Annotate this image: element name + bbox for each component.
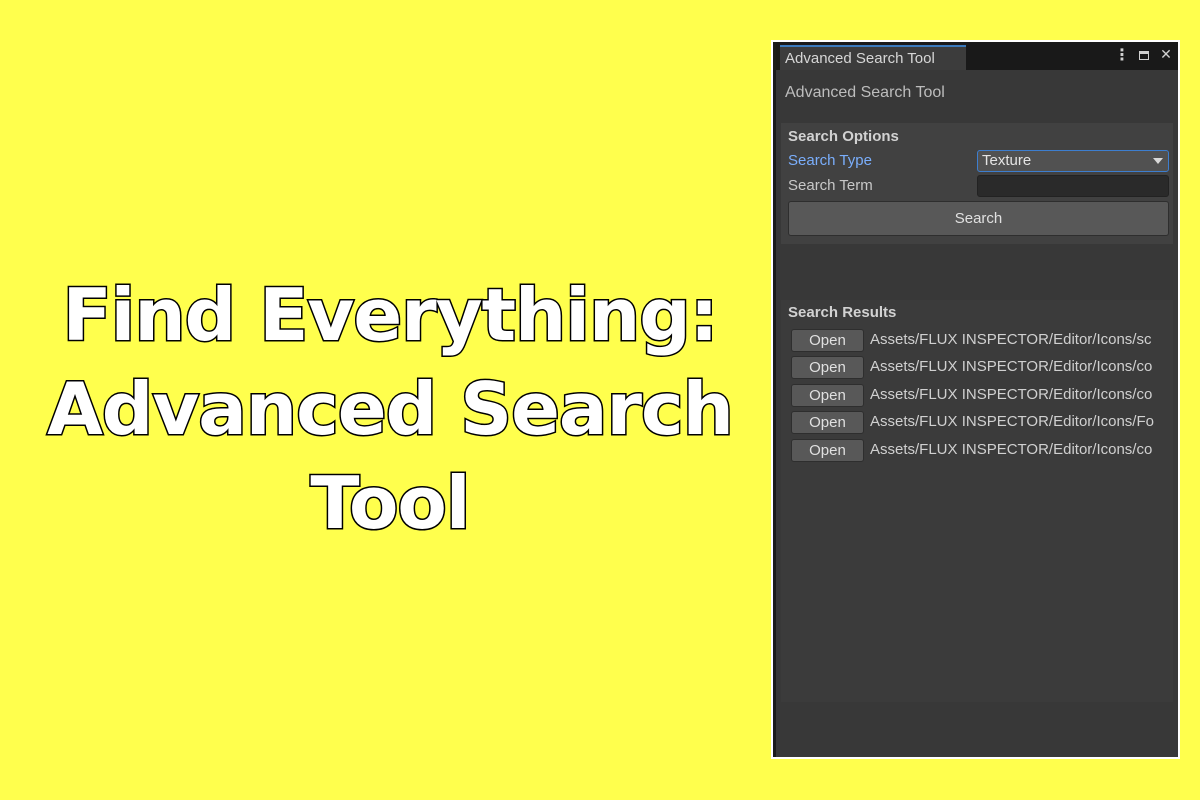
tab-advanced-search-tool[interactable]: Advanced Search Tool (780, 45, 966, 70)
result-path: Assets/FLUX INSPECTOR/Editor/Icons/Fo (870, 413, 1154, 430)
window-controls: ⋮ ✕ (1114, 47, 1174, 64)
kebab-menu-icon[interactable]: ⋮ (1114, 47, 1130, 63)
headline-line-1: Find Everything: (61, 272, 720, 359)
search-options-header: Search Options (788, 128, 899, 145)
result-row: Open Assets/FLUX INSPECTOR/Editor/Icons/… (791, 329, 1171, 353)
open-button[interactable]: Open (791, 439, 864, 462)
headline: Find Everything: Advanced Search Tool (40, 268, 740, 550)
result-row: Open Assets/FLUX INSPECTOR/Editor/Icons/… (791, 356, 1171, 380)
search-options-panel: Search Options Search Type Texture Searc… (781, 123, 1173, 244)
tab-bar: Advanced Search Tool ⋮ ✕ (776, 42, 1178, 70)
search-results-header: Search Results (788, 304, 897, 321)
search-term-label: Search Term (788, 177, 873, 194)
window-body: Advanced Search Tool ⋮ ✕ Advanced Search… (773, 42, 1178, 757)
dropdown-arrow-icon (1153, 158, 1163, 164)
result-row: Open Assets/FLUX INSPECTOR/Editor/Icons/… (791, 411, 1171, 435)
search-term-input[interactable] (977, 175, 1169, 197)
result-path: Assets/FLUX INSPECTOR/Editor/Icons/co (870, 358, 1153, 375)
result-path: Assets/FLUX INSPECTOR/Editor/Icons/co (870, 441, 1153, 458)
result-row: Open Assets/FLUX INSPECTOR/Editor/Icons/… (791, 439, 1171, 463)
open-button[interactable]: Open (791, 384, 864, 407)
headline-line-3: Tool (309, 460, 472, 547)
result-row: Open Assets/FLUX INSPECTOR/Editor/Icons/… (791, 384, 1171, 408)
search-type-label: Search Type (788, 152, 872, 169)
search-type-value: Texture (982, 152, 1032, 169)
open-button[interactable]: Open (791, 356, 864, 379)
search-button[interactable]: Search (788, 201, 1169, 236)
search-results-panel: Search Results Open Assets/FLUX INSPECTO… (781, 300, 1173, 702)
window-content: Advanced Search Tool Search Options Sear… (776, 70, 1178, 757)
open-button[interactable]: Open (791, 411, 864, 434)
result-path: Assets/FLUX INSPECTOR/Editor/Icons/co (870, 386, 1153, 403)
maximize-icon[interactable] (1136, 47, 1152, 63)
result-path: Assets/FLUX INSPECTOR/Editor/Icons/sc (870, 331, 1152, 348)
window-title-label: Advanced Search Tool (785, 84, 945, 101)
search-type-dropdown[interactable]: Texture (977, 150, 1169, 172)
open-button[interactable]: Open (791, 329, 864, 352)
close-icon[interactable]: ✕ (1158, 47, 1174, 63)
editor-window: Advanced Search Tool ⋮ ✕ Advanced Search… (771, 40, 1180, 759)
headline-line-2: Advanced Search (46, 366, 736, 453)
